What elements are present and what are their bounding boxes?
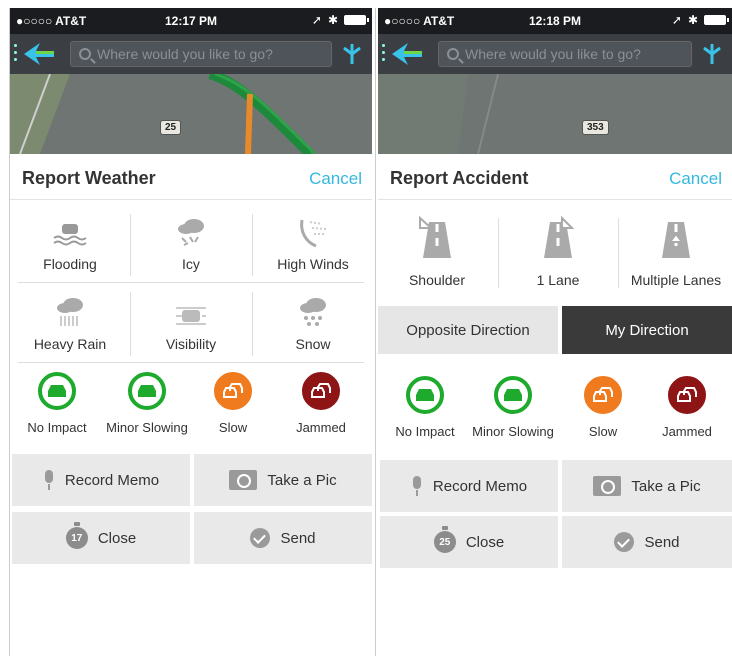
menu-icon[interactable] <box>14 44 18 64</box>
impact-options: No Impact Minor Slowing Slow Jammed <box>10 372 372 452</box>
map-view[interactable]: 25 <box>10 74 372 154</box>
traffic-jam-icon <box>668 376 706 414</box>
weather-report-screen: ●○○○○ AT&T 12:17 PM ➚ ✱ Where would you … <box>10 8 372 656</box>
frame-border <box>375 8 376 656</box>
lane-blocked-grid: Shoulder 1 Lane Multiple Lanes <box>378 210 732 300</box>
send-button[interactable]: Send <box>562 516 732 568</box>
search-icon <box>79 48 91 60</box>
app-logo-icon[interactable] <box>22 40 56 68</box>
panel-header: Report Weather Cancel <box>10 154 372 200</box>
stopwatch-icon: 25 <box>433 526 456 553</box>
app-search-bar: Where would you like to go? <box>10 34 372 74</box>
frame-border <box>9 8 10 656</box>
battery-icon <box>704 15 729 25</box>
lane-option-one-lane[interactable]: 1 Lane <box>499 210 617 300</box>
cars-icon <box>214 372 252 410</box>
shoulder-icon <box>378 210 496 260</box>
search-input[interactable]: Where would you like to go? <box>438 41 692 67</box>
send-button[interactable]: Send <box>194 512 372 564</box>
microphone-icon <box>43 470 55 490</box>
impact-slow[interactable]: Slow <box>188 372 278 435</box>
menu-icon[interactable] <box>382 44 386 64</box>
checkmark-icon <box>614 532 635 552</box>
app-search-bar: Where would you like to go? <box>378 34 732 74</box>
car-icon <box>38 372 76 410</box>
cancel-button[interactable]: Cancel <box>669 169 722 189</box>
impact-jammed[interactable]: Jammed <box>276 372 366 435</box>
high-winds-icon <box>253 210 372 250</box>
heavy-rain-icon <box>10 290 130 330</box>
take-pic-button[interactable]: Take a Pic <box>562 460 732 512</box>
snow-icon <box>253 290 372 330</box>
impact-minor-slowing[interactable]: Minor Slowing <box>102 372 192 435</box>
weather-option-snow[interactable]: Snow <box>253 290 372 362</box>
record-memo-button[interactable]: Record Memo <box>380 460 558 512</box>
cancel-button[interactable]: Cancel <box>309 169 362 189</box>
status-bar: ●○○○○ AT&T 12:17 PM ➚ ✱ <box>10 8 372 34</box>
one-lane-icon <box>499 210 617 260</box>
opposite-direction-button[interactable]: Opposite Direction <box>378 306 558 354</box>
route-shield-badge: 25 <box>160 120 182 135</box>
camera-icon <box>229 470 258 490</box>
camera-icon <box>593 476 622 496</box>
my-direction-button[interactable]: My Direction <box>562 306 732 354</box>
impact-no-impact[interactable]: No Impact <box>380 376 470 439</box>
car-icon <box>128 372 166 410</box>
traffic-jam-icon <box>302 372 340 410</box>
car-icon <box>494 376 532 414</box>
location-arrow-icon: ➚ <box>671 13 682 27</box>
impact-no-impact[interactable]: No Impact <box>12 372 102 435</box>
multiple-lanes-icon <box>620 210 732 260</box>
panel-header: Report Accident Cancel <box>378 154 732 200</box>
flooding-icon <box>10 210 130 250</box>
cars-icon <box>584 376 622 414</box>
accident-report-screen: ●○○○○ AT&T 12:18 PM ➚ ✱ Where would you … <box>378 8 732 656</box>
stopwatch-icon: 17 <box>65 522 88 549</box>
close-button[interactable]: 17 Close <box>12 512 190 564</box>
weather-option-high-winds[interactable]: High Winds <box>253 210 372 282</box>
impact-slow[interactable]: Slow <box>558 376 648 439</box>
weather-type-grid: Flooding Icy High Winds Heavy Rain Visib… <box>10 210 372 364</box>
route-icon[interactable] <box>700 42 724 66</box>
report-panel: Report Accident Cancel Shoulder 1 Lane M… <box>378 154 732 656</box>
weather-option-icy[interactable]: Icy <box>131 210 251 282</box>
impact-options: No Impact Minor Slowing Slow Jammed <box>378 376 732 456</box>
status-bar: ●○○○○ AT&T 12:18 PM ➚ ✱ <box>378 8 732 34</box>
icy-icon <box>131 210 251 250</box>
search-input[interactable]: Where would you like to go? <box>70 41 332 67</box>
panel-title: Report Weather <box>22 168 156 188</box>
direction-selector: Opposite Direction My Direction <box>378 306 732 358</box>
battery-icon <box>344 15 369 25</box>
record-memo-button[interactable]: Record Memo <box>12 454 190 506</box>
close-button[interactable]: 25 Close <box>380 516 558 568</box>
impact-jammed[interactable]: Jammed <box>642 376 732 439</box>
microphone-icon <box>411 476 423 496</box>
take-pic-button[interactable]: Take a Pic <box>194 454 372 506</box>
lane-option-multiple-lanes[interactable]: Multiple Lanes <box>620 210 732 300</box>
app-logo-icon[interactable] <box>390 40 424 68</box>
search-icon <box>447 48 459 60</box>
map-view[interactable]: 353 <box>378 74 732 154</box>
location-arrow-icon: ➚ <box>311 13 322 27</box>
lane-option-shoulder[interactable]: Shoulder <box>378 210 496 300</box>
checkmark-icon <box>250 528 271 548</box>
impact-minor-slowing[interactable]: Minor Slowing <box>468 376 558 439</box>
weather-option-heavy-rain[interactable]: Heavy Rain <box>10 290 130 362</box>
route-shield-badge: 353 <box>582 120 609 135</box>
route-icon[interactable] <box>340 42 364 66</box>
car-icon <box>406 376 444 414</box>
bluetooth-icon: ✱ <box>687 13 698 27</box>
weather-option-flooding[interactable]: Flooding <box>10 210 130 282</box>
weather-option-visibility[interactable]: Visibility <box>131 290 251 362</box>
panel-title: Report Accident <box>390 168 529 188</box>
visibility-icon <box>131 290 251 330</box>
bluetooth-icon: ✱ <box>327 13 338 27</box>
report-panel: Report Weather Cancel Flooding Icy High … <box>10 154 372 656</box>
